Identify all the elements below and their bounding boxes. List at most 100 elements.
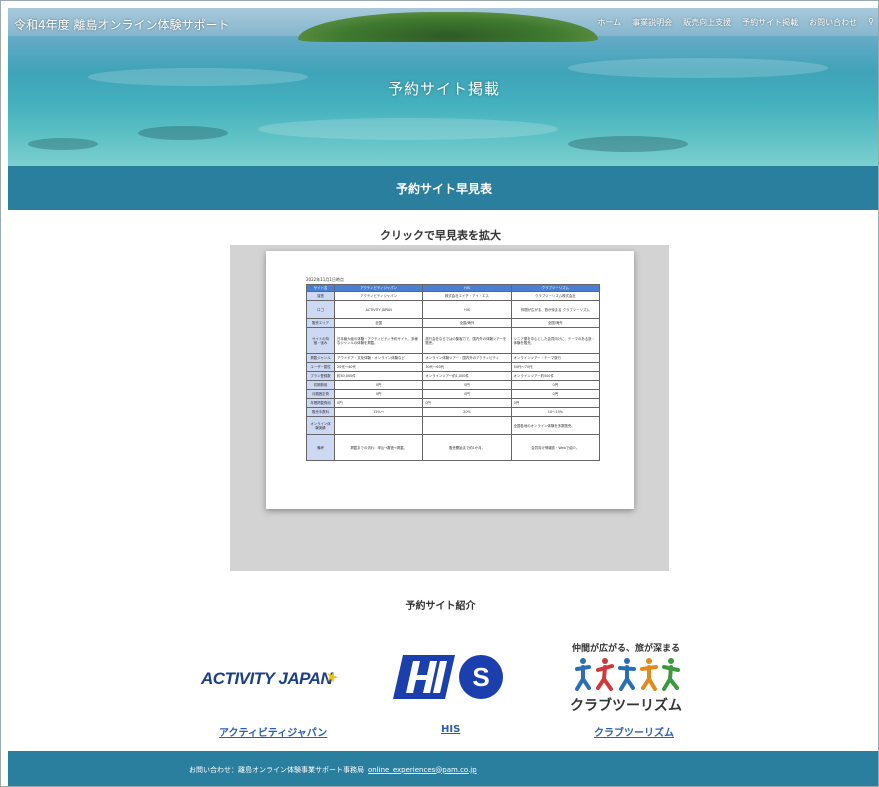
- table-row-header: 月額固定費: [306, 389, 335, 400]
- table-row-header: 備考: [306, 434, 335, 462]
- table-row: 運営 アクティビティジャパン 株式会社エイチ・アイ・エス クラブツーリズム株式会社: [306, 291, 601, 302]
- nav-item-contact[interactable]: お問い合わせ: [809, 17, 857, 28]
- table-cell: 0円: [422, 389, 512, 400]
- table-row: ロゴ ACTIVITY JAPAN HIS 仲間が広がる、旅が深まる クラブツーリズム: [306, 300, 601, 320]
- hero-title: 予約サイト掲載: [387, 80, 500, 98]
- wave-decoration: [258, 118, 558, 140]
- hero-banner: 令和4年度 離島オンライン体験サポート ホーム 事業説明会 販売向上支援 予約サ…: [8, 8, 878, 166]
- table-cell: アウトドア・文化体験・オンライン体験など: [333, 353, 424, 364]
- table-row: 掲載ジャンル アウトドア・文化体験・オンライン体験など オンライン体験ツアー・国内外…: [306, 353, 601, 364]
- nav-menu: ホーム 事業説明会 販売向上支援 予約サイト掲載 お問い合わせ ⚲: [597, 17, 874, 28]
- table-row-header: 運営: [306, 291, 335, 302]
- nav-item-home[interactable]: ホーム: [597, 17, 621, 28]
- table-row: 初期費用 0円 0円 0円: [306, 380, 601, 391]
- table-cell: 0円: [422, 398, 512, 409]
- activity-japan-logo-text: ACTIVITY JAPAN: [201, 669, 333, 688]
- club-tourism-tagline: 仲間が広がる、旅が深まる: [571, 644, 680, 654]
- nav-item-briefing[interactable]: 事業説明会: [632, 17, 672, 28]
- table-header-cell: HIS: [422, 283, 512, 293]
- table-cell: 0円: [510, 398, 601, 409]
- table-cell: 30代〜60代: [422, 362, 512, 373]
- table-row: ユーザー属性 20代〜40代 30代〜60代 50代〜70代: [306, 362, 601, 373]
- table-cell: シニア層を中心とした会員向けに、テーマのある旅・体験を販売。: [510, 327, 601, 355]
- table-row: 販売手数料 15%〜 20% 10〜15%: [306, 407, 601, 418]
- table-row-header: オンライン体験実績: [306, 416, 335, 436]
- table-cell: 約30,000件: [333, 371, 424, 382]
- table-row: 月額固定費 0円 0円 0円: [306, 389, 601, 400]
- table-row-header: 年間掲載費用: [306, 398, 335, 409]
- table-cell: 50代〜70代: [510, 362, 601, 373]
- table-cell: 日本最大級の体験・アクティビティ予約サイト。多様なジャンルの体験を掲載。: [333, 327, 424, 355]
- footer-email-link[interactable]: online_experiences@pam.co.jp: [368, 766, 477, 774]
- table-cell: 15%〜: [333, 407, 424, 418]
- table-cell: 0円: [333, 398, 424, 409]
- table-row-header: 掲載ジャンル: [306, 353, 335, 364]
- site-links: アクティビティジャパン HIS クラブツーリズム: [1, 724, 878, 740]
- table-cell: HIS: [422, 300, 512, 320]
- table-row-header: 販売手数料: [306, 407, 335, 418]
- club-tourism-figures-icon: [575, 658, 680, 691]
- preview-caption: クリックで早見表を拡大: [380, 229, 501, 242]
- table-cell: オンラインツアー約500件: [510, 371, 601, 382]
- search-icon[interactable]: ⚲: [868, 17, 874, 28]
- table-cell: オンライン体験ツアー・国内外のアクティビティ: [422, 353, 512, 364]
- table-row-header: 販売エリア: [306, 318, 335, 329]
- table-cell: 0円: [510, 389, 601, 400]
- footer-contact-label: お問い合わせ：離島オンライン体験事業サポート事務局: [189, 765, 364, 774]
- table-cell: クラブツーリズム株式会社: [510, 291, 601, 302]
- page: 令和4年度 離島オンライン体験サポート ホーム 事業説明会 販売向上支援 予約サ…: [0, 0, 879, 787]
- table-cell: 0円: [422, 380, 512, 391]
- wave-decoration: [568, 58, 828, 78]
- table-cell: 0円: [510, 380, 601, 391]
- top-nav: 令和4年度 離島オンライン体験サポート ホーム 事業説明会 販売向上支援 予約サ…: [8, 13, 878, 35]
- table-row: サイトの特徴・強み 日本最大級の体験・アクティビティ予約サイト。多様なジャンルの体…: [306, 327, 601, 355]
- table-row-header: ロゴ: [306, 300, 335, 320]
- table-header-row: サイト名 アクティビティジャパン HIS クラブツーリズム: [306, 283, 601, 293]
- table-cell: 全国各地のオンライン体験を多数販売。: [510, 416, 601, 436]
- footer: お問い合わせ：離島オンライン体験事業サポート事務局 online_experie…: [8, 751, 878, 786]
- table-header-cell: サイト名: [306, 283, 335, 293]
- reef-decoration: [138, 126, 228, 140]
- table-header-cell: アクティビティジャパン: [333, 283, 424, 293]
- link-club-tourism[interactable]: クラブツーリズム: [594, 724, 674, 739]
- nav-item-sales-support[interactable]: 販売向上支援: [683, 17, 731, 28]
- nav-item-booking-sites[interactable]: 予約サイト掲載: [742, 17, 798, 28]
- section-title: 予約サイト早見表: [395, 181, 492, 196]
- doc-date: 2022年11月1日時点: [306, 277, 344, 282]
- table-cell: オンラインツアー・テーマ旅行: [510, 353, 601, 364]
- table-cell: オンラインツアー約1,000件: [422, 371, 512, 382]
- table-row: 年間掲載費用 0円 0円 0円: [306, 398, 601, 409]
- table-cell: 旅行会社ならではの集客力で、国内外の体験ツアーを販売。: [422, 327, 512, 355]
- reef-decoration: [568, 136, 688, 152]
- table-cell: 全国: [333, 318, 424, 329]
- section-bar: 予約サイト早見表: [8, 166, 878, 210]
- table-row-header: プラン登録数: [306, 371, 335, 382]
- intro-title: 予約サイト紹介: [405, 601, 476, 612]
- table-cell: 全国/海外: [422, 318, 512, 329]
- link-his[interactable]: HIS: [441, 724, 460, 735]
- table-cell: 0円: [333, 389, 424, 400]
- table-header-cell: クラブツーリズム: [510, 283, 601, 293]
- comparison-document[interactable]: 2022年11月1日時点 サイト名 アクティビティジャパン HIS クラブツーリ…: [266, 251, 634, 509]
- table-cell: 0円: [333, 380, 424, 391]
- reef-decoration: [28, 138, 98, 150]
- table-row-header: サイトの特徴・強み: [306, 327, 335, 355]
- table-row-header: ユーザー属性: [306, 362, 335, 373]
- table-cell: 会員向け情報誌・Webで紹介。: [510, 434, 601, 462]
- table-cell: [333, 416, 424, 436]
- table-cell: 全国/海外: [510, 318, 601, 329]
- comparison-table-preview[interactable]: 2022年11月1日時点 サイト名 アクティビティジャパン HIS クラブツーリ…: [230, 245, 669, 571]
- table-cell: 20代〜40代: [333, 362, 424, 373]
- table-cell: 掲載までの流れ：申込→審査→掲載。: [333, 434, 424, 462]
- table-cell: [422, 416, 512, 436]
- site-title[interactable]: 令和4年度 離島オンライン体験サポート: [14, 16, 229, 33]
- table-cell: ACTIVITY JAPAN: [333, 300, 424, 320]
- table-cell: 販売開始まで約1か月。: [422, 434, 512, 462]
- link-activity-japan[interactable]: アクティビティジャパン: [219, 724, 327, 739]
- table-cell: 仲間が広がる、旅が深まる クラブツーリズム: [510, 300, 601, 320]
- table-cell: 株式会社エイチ・アイ・エス: [422, 291, 512, 302]
- his-logo-mark: S: [393, 655, 503, 699]
- table-cell: 20%: [422, 407, 512, 418]
- table-row: 備考 掲載までの流れ：申込→審査→掲載。 販売開始まで約1か月。 会員向け情報誌・We…: [306, 434, 601, 462]
- table-row: オンライン体験実績 全国各地のオンライン体験を多数販売。: [306, 416, 601, 436]
